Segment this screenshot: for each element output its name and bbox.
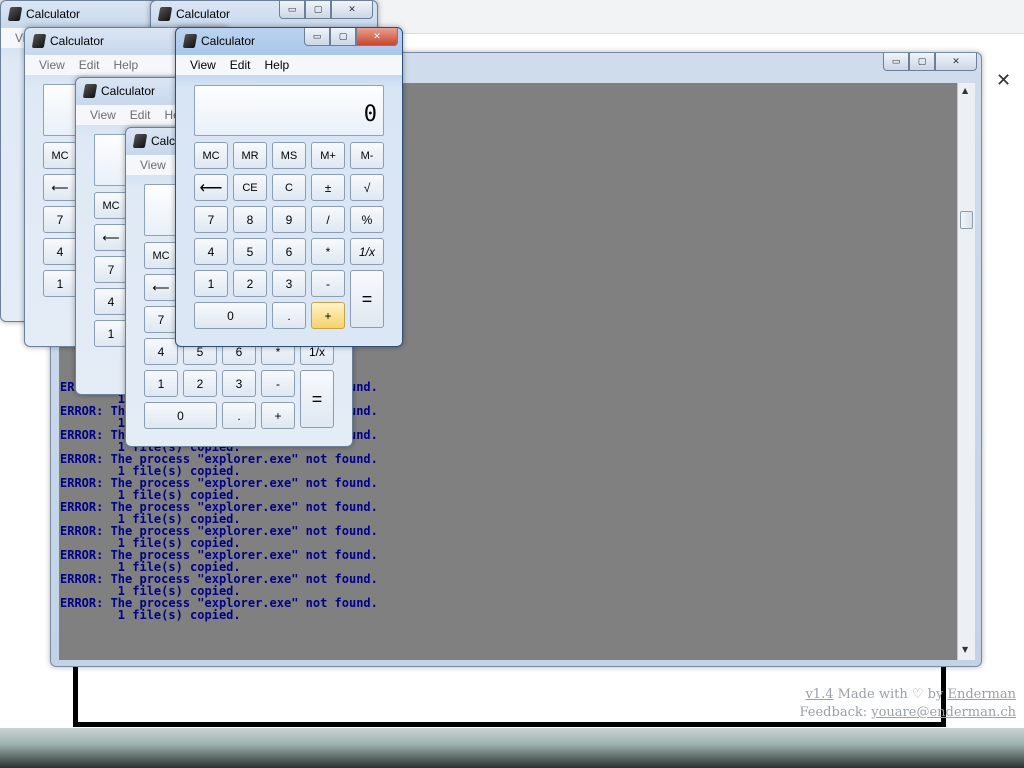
mc-button[interactable]: MC: [194, 142, 228, 169]
key-2[interactable]: 2: [183, 370, 217, 397]
page-footer: v1.4 Made with ♡ by Enderman Feedback: y…: [799, 687, 1016, 720]
scroll-down-icon[interactable]: ▼: [962, 645, 968, 654]
ce-button[interactable]: CE: [233, 174, 267, 201]
menu-view[interactable]: View: [190, 58, 216, 72]
sqrt-button[interactable]: √: [350, 174, 384, 201]
mc-button[interactable]: MC: [94, 192, 128, 219]
calculator-window-active[interactable]: Calculator ▭ ▢ ✕ View Edit Help 0 MC MR …: [175, 27, 403, 347]
key-5[interactable]: 5: [233, 238, 267, 265]
key-4[interactable]: 4: [194, 238, 228, 265]
key-2[interactable]: 2: [233, 270, 267, 297]
calculator-app-icon: [7, 7, 23, 21]
console-window-controls: ▭ ▢ ✕: [883, 53, 977, 71]
minimize-button[interactable]: ▭: [279, 1, 305, 19]
add-button[interactable]: +: [311, 302, 345, 329]
calculator-app-icon: [182, 34, 198, 48]
feedback-email-link[interactable]: youare@enderman.ch: [871, 705, 1016, 720]
maximize-button[interactable]: ▢: [909, 53, 935, 71]
mc-button[interactable]: MC: [43, 142, 77, 169]
multiply-button[interactable]: *: [311, 238, 345, 265]
calculator-app-icon: [132, 134, 148, 148]
key-1[interactable]: 1: [94, 320, 128, 347]
key-4[interactable]: 4: [43, 238, 77, 265]
key-3[interactable]: 3: [272, 270, 306, 297]
menu-help[interactable]: Help: [264, 58, 289, 72]
backspace-button[interactable]: ⟵: [194, 174, 228, 201]
m-minus-button[interactable]: M-: [350, 142, 384, 169]
key-4[interactable]: 4: [94, 288, 128, 315]
key-8[interactable]: 8: [233, 206, 267, 233]
scroll-up-icon[interactable]: ▲: [962, 86, 968, 95]
subtract-button[interactable]: -: [261, 370, 295, 397]
key-3[interactable]: 3: [222, 370, 256, 397]
negate-button[interactable]: ±: [311, 174, 345, 201]
calculator-display: 0: [194, 85, 384, 136]
calculator-app-icon: [31, 34, 47, 48]
key-9[interactable]: 9: [272, 206, 306, 233]
close-icon[interactable]: ✕: [996, 70, 1011, 91]
window-controls: ▭ ▢ ✕: [304, 28, 398, 46]
equals-button[interactable]: =: [350, 270, 384, 328]
c-button[interactable]: C: [272, 174, 306, 201]
minimize-button[interactable]: ▭: [304, 28, 330, 46]
equals-button[interactable]: =: [300, 370, 334, 428]
key-1[interactable]: 1: [43, 270, 77, 297]
desktop-wallpaper: [0, 728, 1024, 768]
close-button[interactable]: ✕: [331, 1, 373, 19]
backspace-button[interactable]: ⟵: [144, 274, 178, 301]
scroll-thumb[interactable]: [960, 211, 973, 229]
menu-edit[interactable]: Edit: [230, 58, 251, 72]
backspace-button[interactable]: ⟵: [94, 224, 128, 251]
key-7[interactable]: 7: [144, 306, 178, 333]
minimize-button[interactable]: ▭: [883, 53, 909, 71]
reciprocal-button[interactable]: 1/x: [350, 238, 384, 265]
console-line: 1 file(s) copied.: [60, 608, 241, 622]
maximize-button[interactable]: ▢: [330, 28, 356, 46]
menu-bar: View Edit Help: [176, 55, 402, 75]
key-4[interactable]: 4: [144, 338, 178, 365]
decimal-button[interactable]: .: [222, 402, 256, 429]
key-7[interactable]: 7: [43, 206, 77, 233]
add-button[interactable]: +: [261, 402, 295, 429]
calculator-app-icon: [157, 7, 173, 21]
backspace-button[interactable]: ⟵: [43, 174, 77, 201]
window-title: Calculator: [201, 34, 256, 48]
close-button[interactable]: ✕: [935, 53, 977, 71]
display-value: 0: [363, 102, 377, 127]
ms-button[interactable]: MS: [272, 142, 306, 169]
maximize-button[interactable]: ▢: [305, 1, 331, 19]
author-link[interactable]: Enderman: [947, 687, 1016, 702]
key-7[interactable]: 7: [94, 256, 128, 283]
mc-button[interactable]: MC: [144, 242, 178, 269]
key-1[interactable]: 1: [144, 370, 178, 397]
percent-button[interactable]: %: [350, 206, 384, 233]
console-scrollbar[interactable]: ▲ ▼: [957, 83, 975, 660]
calculator-app-icon: [82, 84, 98, 98]
key-1[interactable]: 1: [194, 270, 228, 297]
key-0[interactable]: 0: [194, 302, 267, 329]
decimal-button[interactable]: .: [272, 302, 306, 329]
key-6[interactable]: 6: [272, 238, 306, 265]
mr-button[interactable]: MR: [233, 142, 267, 169]
key-0[interactable]: 0: [144, 402, 217, 429]
key-7[interactable]: 7: [194, 206, 228, 233]
m-plus-button[interactable]: M+: [311, 142, 345, 169]
close-button[interactable]: ✕: [356, 28, 398, 46]
version-link[interactable]: v1.4: [805, 687, 833, 702]
divide-button[interactable]: /: [311, 206, 345, 233]
subtract-button[interactable]: -: [311, 270, 345, 297]
